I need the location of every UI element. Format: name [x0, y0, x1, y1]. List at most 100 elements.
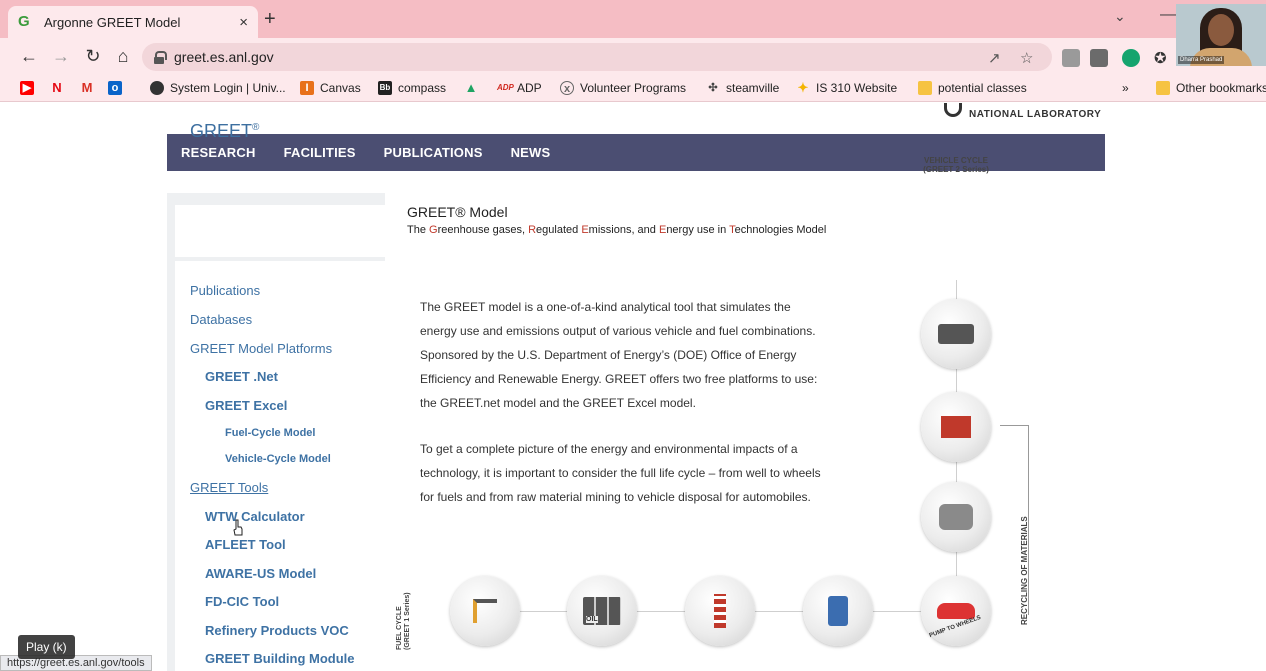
sidebar-title[interactable]: GREET®: [190, 121, 259, 142]
sidebar-link-fuel-cycle[interactable]: Fuel-Cycle Model: [225, 427, 315, 439]
subtitle-part: echnologies Model: [734, 224, 827, 236]
bookmark-canvas[interactable]: I Canvas: [300, 81, 361, 95]
bookmark-adp[interactable]: ADP ADP: [497, 81, 542, 95]
oil-storage-circle[interactable]: [567, 576, 637, 646]
nav-news[interactable]: NEWS: [511, 145, 551, 160]
folder-icon: [1156, 81, 1170, 95]
sidebar-link-databases[interactable]: Databases: [190, 312, 252, 327]
lab-name: NATIONAL LABORATORY: [969, 109, 1102, 120]
bookmark-youtube[interactable]: ▶: [20, 81, 40, 95]
blackboard-icon: Bb: [378, 81, 392, 95]
lifecycle-paragraph: To get a complete picture of the energy …: [420, 437, 890, 509]
bookmark-label: IS 310 Website: [816, 81, 898, 95]
vehicle-cycle-subtitle: (GREET 2 Series): [923, 165, 989, 174]
refinery-tower-icon: [714, 594, 726, 628]
bookmark-label: compass: [398, 81, 447, 95]
nav-research[interactable]: RESEARCH: [181, 145, 256, 160]
grammarly-icon[interactable]: [1122, 49, 1140, 67]
bookmark-is310[interactable]: ✦ IS 310 Website: [796, 80, 898, 96]
sidebar-link-fd-cic[interactable]: FD-CIC Tool: [205, 594, 279, 609]
sidebar-link-building-module[interactable]: GREET Building Module: [205, 651, 355, 666]
address-bar[interactable]: greet.es.anl.gov ↗ ☆: [142, 43, 1052, 71]
forward-icon[interactable]: →: [50, 46, 72, 67]
subtitle-highlight: R: [528, 224, 537, 236]
browser-tab-bar: G Argonne GREET Model × + ⌄ —: [0, 0, 1266, 38]
bookmark-label: Canvas: [320, 81, 361, 95]
url-text: greet.es.anl.gov: [174, 49, 274, 65]
sidebar-link-afleet[interactable]: AFLEET Tool: [205, 537, 286, 552]
paragraph-line: technology, it is important to consider …: [420, 466, 821, 480]
sidebar-link-greet-tools[interactable]: GREET Tools: [190, 480, 268, 495]
sidebar-link-aware-us[interactable]: AWARE-US Model: [205, 566, 316, 581]
star-icon[interactable]: ☆: [1020, 49, 1033, 67]
bookmark-steamville[interactable]: ✣ steamville: [706, 81, 779, 95]
paragraph-line: Sponsored by the U.S. Department of Ener…: [420, 348, 797, 362]
bookmark-other-bookmarks[interactable]: Other bookmarks: [1156, 81, 1266, 95]
subtitle-part: reenhouse gases,: [437, 224, 529, 236]
bookmark-label: potential classes: [938, 81, 1027, 95]
bookmark-system-login[interactable]: System Login | Univ...: [150, 81, 286, 95]
sidebar-link-publications[interactable]: Publications: [190, 283, 260, 298]
extensions-icon[interactable]: ✪: [1154, 49, 1172, 67]
bookmark-compass[interactable]: Bb compass: [378, 81, 446, 95]
sidebar-link-platforms[interactable]: GREET Model Platforms: [190, 341, 332, 356]
steamville-icon: ✣: [708, 82, 718, 94]
lock-icon[interactable]: [154, 51, 167, 64]
manufacturing-circle[interactable]: [921, 392, 991, 462]
reload-icon[interactable]: ↻: [82, 46, 104, 67]
refinery-circle[interactable]: [685, 576, 755, 646]
canvas-icon: I: [300, 81, 314, 95]
bookmark-drive[interactable]: ▲: [464, 81, 484, 95]
hand-cursor-icon: [233, 519, 243, 536]
paragraph-line: the GREET.net model and the GREET Excel …: [420, 396, 696, 410]
bookmarks-more-button[interactable]: »: [1122, 81, 1129, 95]
paragraph-line: The GREET model is a one-of-a-kind analy…: [420, 300, 791, 314]
browser-tab[interactable]: G Argonne GREET Model ×: [8, 6, 258, 38]
tab-title: Argonne GREET Model: [44, 14, 181, 30]
subtitle-part: nergy use in: [666, 224, 730, 236]
fuel-cycle-title: FUEL CYCLE: [396, 606, 403, 650]
share-icon[interactable]: ↗: [988, 49, 1001, 67]
vehicle-cycle-title: VEHICLE CYCLE: [923, 156, 988, 165]
argonne-logo-icon[interactable]: [944, 103, 962, 117]
youtube-icon: ▶: [20, 81, 34, 95]
back-icon[interactable]: ←: [18, 46, 40, 67]
webcam-face: [1208, 14, 1234, 46]
home-icon[interactable]: ⌂: [112, 46, 134, 67]
fuel-cycle-subtitle: (GREET 1 Series): [404, 592, 411, 650]
netflix-icon: N: [52, 80, 62, 95]
nav-facilities[interactable]: FACILITIES: [284, 145, 356, 160]
sidebar-link-greet-net[interactable]: GREET .Net: [205, 369, 278, 384]
extraction-circle[interactable]: [450, 576, 520, 646]
bookmark-label: System Login | Univ...: [170, 81, 286, 95]
extension-icon[interactable]: [1062, 49, 1080, 67]
close-tab-icon[interactable]: ×: [239, 14, 248, 31]
fuel-pump-circle[interactable]: [803, 576, 873, 646]
minimize-icon[interactable]: —: [1160, 6, 1176, 24]
oil-label: OIL: [586, 616, 598, 623]
new-tab-button[interactable]: +: [264, 8, 276, 31]
bookmark-outlook[interactable]: o: [108, 81, 128, 95]
bookmark-potential-classes[interactable]: potential classes: [918, 81, 1027, 95]
fuel-cycle-label: FUEL CYCLE (GREET 1 Series): [396, 592, 412, 650]
engine-icon: [939, 504, 973, 530]
nav-publications[interactable]: PUBLICATIONS: [384, 145, 483, 160]
bookmark-gmail[interactable]: M: [80, 81, 100, 95]
sidebar-link-wtw-calculator[interactable]: WTW Calculator: [205, 509, 305, 524]
engine-assembly-circle[interactable]: [921, 482, 991, 552]
sidebar-link-greet-excel[interactable]: GREET Excel: [205, 398, 287, 413]
drive-icon: ▲: [464, 80, 478, 95]
subtitle-part: missions, and: [588, 224, 659, 236]
sidebar-link-vehicle-cycle[interactable]: Vehicle-Cycle Model: [225, 453, 331, 465]
sparkle-icon: ✦: [797, 80, 809, 95]
bookmarks-more-label: »: [1122, 81, 1129, 95]
tab-search-icon[interactable]: ⌄: [1114, 8, 1126, 25]
extension-icon[interactable]: [1090, 49, 1108, 67]
vehicle-disposal-circle[interactable]: [921, 299, 991, 369]
bookmark-netflix[interactable]: N: [50, 81, 70, 95]
vehicle-cycle-label: VEHICLE CYCLE (GREET 2 Series): [916, 156, 996, 174]
bookmark-volunteer-programs[interactable]: x Volunteer Programs: [560, 81, 686, 95]
bookmarks-bar: ▶ N M o System Login | Univ... I Canvas B…: [0, 76, 1266, 102]
sidebar-link-refinery-voc[interactable]: Refinery Products VOC: [205, 623, 349, 638]
paragraph-line: Efficiency and Renewable Energy. GREET o…: [420, 372, 818, 386]
